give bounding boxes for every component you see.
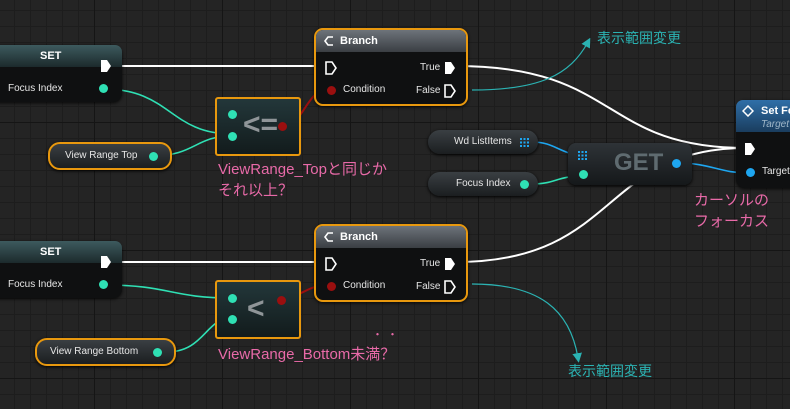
branch-node-header: Branch bbox=[316, 30, 466, 52]
variable-label: View Range Bottom bbox=[50, 346, 139, 357]
variable-out-pin[interactable] bbox=[520, 180, 529, 189]
condition-in-pin[interactable] bbox=[327, 86, 336, 95]
target-label: Target bbox=[762, 166, 790, 177]
target-in-pin[interactable] bbox=[746, 168, 755, 177]
exec-out-pin-icon[interactable] bbox=[100, 59, 112, 73]
branch-icon bbox=[324, 232, 333, 242]
get-note-line1: カーソルの bbox=[694, 192, 770, 209]
set-node-title: SET bbox=[40, 50, 62, 62]
set-focus-index-node-bottom[interactable]: SET Focus Index bbox=[0, 241, 122, 298]
array-grid-icon[interactable] bbox=[578, 151, 587, 160]
less-than-node[interactable]: < bbox=[215, 280, 301, 339]
branch-icon bbox=[324, 36, 333, 46]
compare-b-in-pin[interactable] bbox=[228, 132, 237, 141]
item-out-pin[interactable] bbox=[672, 159, 681, 168]
false-label: False bbox=[416, 281, 441, 292]
int-wire-focus-bottom bbox=[103, 284, 233, 299]
index-in-pin[interactable] bbox=[579, 170, 588, 179]
compare-operator: <= bbox=[243, 108, 279, 141]
variable-label: Wd ListItems bbox=[454, 136, 512, 147]
compare-a-in-pin[interactable] bbox=[228, 294, 237, 303]
view-range-bottom-variable[interactable]: View Range Bottom bbox=[35, 338, 176, 366]
true-label: True bbox=[420, 258, 441, 269]
condition-label: Condition bbox=[343, 280, 386, 291]
variable-out-pin[interactable] bbox=[149, 152, 158, 161]
branch-node-title: Branch bbox=[340, 231, 378, 243]
exec-out-true-pin-icon[interactable] bbox=[444, 61, 456, 75]
compare-out-pin[interactable] bbox=[277, 296, 286, 305]
condition-label: Condition bbox=[343, 84, 386, 95]
branch-node-title: Branch bbox=[340, 35, 378, 47]
array-get-node[interactable]: GET bbox=[568, 143, 692, 185]
set-focus-node-header: Set Fo Target bbox=[736, 100, 790, 132]
int-wire-focus-top bbox=[103, 88, 233, 135]
function-icon bbox=[742, 105, 754, 117]
branch-node-top[interactable]: Branch Condition True False bbox=[314, 28, 468, 106]
compare-a-in-pin[interactable] bbox=[228, 110, 237, 119]
set-focus-node-title: Set Fo bbox=[761, 105, 790, 117]
set-focus-node[interactable]: Set Fo Target Target bbox=[736, 100, 790, 188]
exec-in-pin-icon[interactable] bbox=[325, 257, 337, 271]
condition-in-pin[interactable] bbox=[327, 282, 336, 291]
wd-listitems-variable[interactable]: Wd ListItems bbox=[428, 130, 538, 154]
note-arrow-bottom bbox=[471, 283, 582, 363]
set-focus-index-node-top[interactable]: SET Focus Index bbox=[0, 45, 122, 102]
set-node-pin-label: Focus Index bbox=[8, 83, 63, 94]
focus-index-out-pin[interactable] bbox=[99, 84, 108, 93]
get-node-label: GET bbox=[614, 149, 664, 176]
compare-bottom-note: ViewRange_Bottom未満？ bbox=[218, 346, 396, 363]
compare-out-pin[interactable] bbox=[278, 122, 287, 131]
exec-out-false-pin-icon[interactable] bbox=[444, 280, 456, 294]
exec-out-true-pin-icon[interactable] bbox=[444, 257, 456, 271]
branch-node-bottom[interactable]: Branch Condition True False bbox=[314, 224, 468, 302]
set-node-title: SET bbox=[40, 246, 62, 258]
top-false-note: 表示範囲変更 bbox=[597, 30, 681, 46]
less-equal-node[interactable]: <= bbox=[215, 97, 301, 156]
focus-index-out-pin[interactable] bbox=[99, 280, 108, 289]
variable-label: Focus Index bbox=[456, 178, 511, 189]
view-range-top-variable[interactable]: View Range Top bbox=[48, 142, 172, 170]
note-arrow-top bbox=[471, 37, 591, 91]
variable-out-pin[interactable] bbox=[153, 348, 162, 357]
compare-top-note: ViewRange_Topと同じか それ以上？ bbox=[218, 159, 387, 201]
compare-bottom-dots: ・・ bbox=[372, 329, 402, 341]
compare-b-in-pin[interactable] bbox=[228, 315, 237, 324]
exec-out-pin-icon[interactable] bbox=[100, 255, 112, 269]
exec-out-false-pin-icon[interactable] bbox=[444, 84, 456, 98]
true-label: True bbox=[420, 62, 441, 73]
set-node-pin-label: Focus Index bbox=[8, 279, 63, 290]
exec-in-pin-icon[interactable] bbox=[744, 142, 756, 156]
set-focus-node-subtitle: Target bbox=[761, 119, 789, 130]
get-note-line2: フォーカス bbox=[694, 213, 770, 230]
compare-top-note-line1: ViewRange_Topと同じか bbox=[218, 161, 387, 178]
exec-in-pin-icon[interactable] bbox=[325, 61, 337, 75]
branch-node-header: Branch bbox=[316, 226, 466, 248]
bottom-false-note: 表示範囲変更 bbox=[568, 363, 652, 379]
variable-label: View Range Top bbox=[65, 150, 138, 161]
array-grid-icon[interactable] bbox=[520, 138, 529, 147]
focus-index-variable[interactable]: Focus Index bbox=[428, 172, 538, 196]
false-label: False bbox=[416, 85, 441, 96]
compare-operator: < bbox=[247, 292, 265, 325]
get-note: カーソルの フォーカス bbox=[694, 190, 769, 232]
compare-top-note-line2: それ以上？ bbox=[218, 182, 294, 199]
